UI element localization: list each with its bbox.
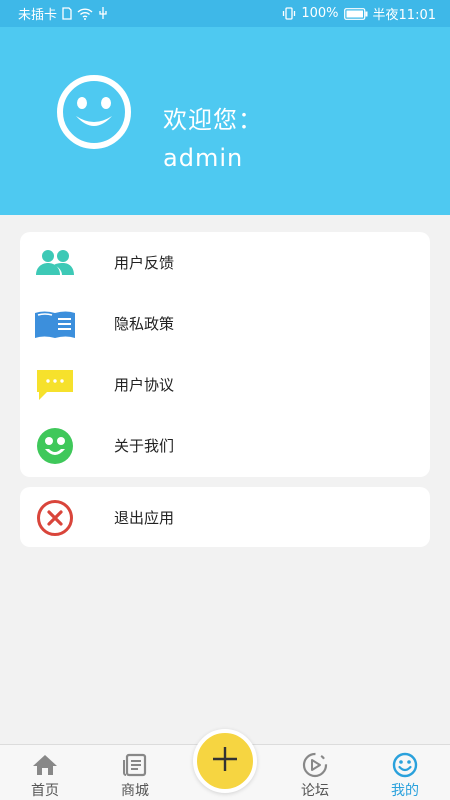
usb-icon: [98, 7, 108, 20]
carrier-text: 未插卡: [18, 8, 58, 23]
tab-label: 首页: [31, 783, 59, 799]
tab-store[interactable]: 商城: [90, 745, 180, 800]
menu-item-privacy[interactable]: 隐私政策: [20, 293, 430, 354]
menu-card: 用户反馈 隐私政策 用户协议 关于我们: [20, 232, 430, 477]
open-book-icon: [34, 303, 76, 345]
play-circle-icon: [302, 752, 328, 778]
users-icon: [34, 242, 76, 284]
menu-item-label: 隐私政策: [114, 315, 175, 333]
status-bar: 未插卡 100% 半夜11:01: [0, 0, 450, 27]
status-right: 100% 半夜11:01: [282, 4, 436, 23]
clock-text: 半夜11:01: [372, 8, 436, 23]
status-left: 未插卡: [18, 4, 108, 23]
menu-item-about[interactable]: 关于我们: [20, 415, 430, 476]
menu-item-label: 用户反馈: [114, 254, 175, 272]
home-icon: [32, 752, 58, 778]
battery-icon: [343, 7, 368, 20]
close-circle-icon: [34, 497, 76, 539]
chat-bubble-icon: [34, 364, 76, 406]
about-face-icon: [34, 425, 76, 467]
menu-item-label: 用户协议: [114, 376, 175, 394]
exit-label: 退出应用: [114, 509, 175, 527]
username-text: admin: [163, 144, 244, 172]
exit-app-button[interactable]: 退出应用: [20, 487, 430, 548]
exit-card: 退出应用: [20, 487, 430, 547]
menu-item-label: 关于我们: [114, 437, 175, 455]
welcome-text: 欢迎您：: [163, 106, 263, 134]
profile-header: 欢迎您： admin: [0, 27, 450, 215]
store-icon: [122, 752, 148, 778]
tab-mine[interactable]: 我的: [360, 745, 450, 800]
vibrate-icon: [282, 7, 296, 20]
tab-home[interactable]: 首页: [0, 745, 90, 800]
plus-icon: [211, 745, 239, 777]
menu-item-agreement[interactable]: 用户协议: [20, 354, 430, 415]
tab-forum[interactable]: 论坛: [270, 745, 360, 800]
smiley-icon: [392, 752, 418, 778]
menu-item-feedback[interactable]: 用户反馈: [20, 232, 430, 293]
add-button[interactable]: [193, 729, 257, 793]
battery-text: 100%: [301, 6, 339, 21]
tab-label: 论坛: [301, 783, 329, 799]
smiley-face-icon[interactable]: [56, 74, 132, 150]
tab-label: 我的: [391, 783, 419, 799]
tab-label: 商城: [121, 783, 149, 799]
wifi-icon: [77, 7, 93, 20]
sim-icon: [62, 7, 72, 20]
